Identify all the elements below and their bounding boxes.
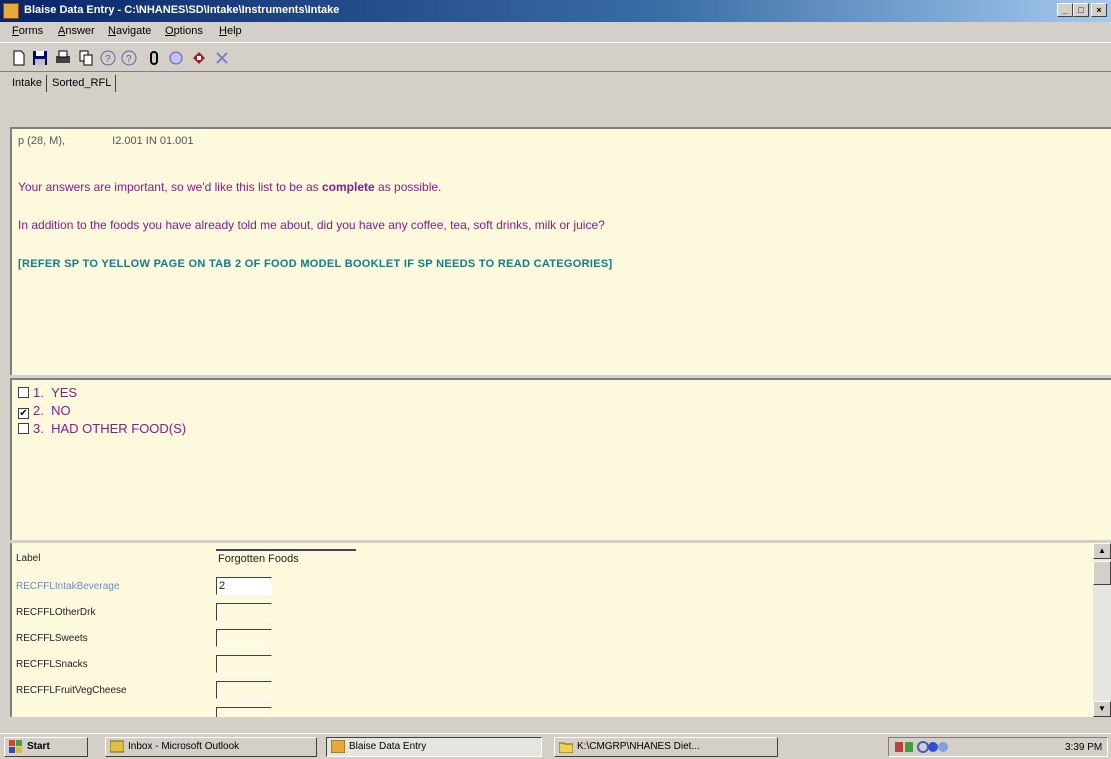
menu-forms[interactable]: Forms (12, 25, 43, 37)
question-pane: p (28, M), I2.001 IN 01.001 Your answers… (10, 127, 1111, 375)
app-icon[interactable] (3, 3, 19, 19)
menu-help[interactable]: Help (219, 25, 242, 37)
start-label: Start (27, 741, 50, 752)
field-name: RECFFLSnacks (16, 659, 88, 670)
option-label: HAD OTHER FOOD(S) (51, 421, 187, 436)
option-label: YES (51, 385, 78, 400)
menu-answer[interactable]: Answer (58, 25, 95, 37)
exit-icon[interactable] (213, 49, 231, 67)
field-name: RECFFLIntakBeverage (16, 581, 120, 592)
folder-icon (559, 742, 573, 753)
question-header: p (28, M), I2.001 IN 01.001 (18, 135, 237, 147)
field-value (216, 707, 272, 717)
option-label: NO (51, 403, 71, 418)
field-value[interactable] (216, 655, 272, 673)
checkbox[interactable] (18, 423, 29, 434)
taskbar: Start Inbox - Microsoft Outlook Blaise D… (0, 733, 1111, 759)
field-name: RECFFLFruitVegCheese (16, 685, 127, 696)
field-value[interactable] (216, 603, 272, 621)
field-name: RECFFLOtherDrk (16, 607, 96, 618)
taskbar-explorer[interactable]: K:\CMGRP\NHANES Diet... (554, 737, 778, 757)
interviewer-instruction: [REFER SP TO YELLOW PAGE ON TAB 2 OF FOO… (18, 258, 613, 270)
tray-icons[interactable] (895, 741, 955, 754)
taskbar-label: Blaise Data Entry (349, 741, 427, 752)
svg-text:?: ? (105, 54, 111, 65)
answer-pane: 1. YES ✔ 2. NO 3. HAD OTHER FOOD(S) (10, 378, 1111, 540)
vertical-scrollbar[interactable]: ▲ ▼ (1093, 543, 1111, 717)
field-value[interactable] (216, 681, 272, 699)
option-code: 3. (33, 421, 44, 436)
search-icon[interactable] (167, 49, 185, 67)
window-title: Blaise Data Entry - C:\NHANES\SD\Intake\… (24, 4, 340, 16)
field-label-header: Label (16, 553, 41, 564)
question-position: I2.001 IN 01.001 (112, 135, 194, 147)
option-code: 1. (33, 385, 44, 400)
field-value[interactable]: 2 (216, 577, 272, 595)
tab-strip: Intake Sorted_RFL (0, 72, 1111, 94)
tab-sorted-rfl[interactable]: Sorted_RFL (48, 75, 117, 92)
print-icon[interactable] (54, 49, 72, 67)
question-intro-end: as possible. (374, 180, 442, 194)
scroll-thumb[interactable] (1093, 561, 1111, 585)
option-code: 2. (33, 403, 44, 418)
scroll-down-icon[interactable]: ▼ (1093, 701, 1111, 717)
new-form-icon[interactable] (10, 49, 28, 67)
windows-logo-icon (9, 740, 22, 753)
menu-bar: Forms Answer Navigate Options Help (0, 22, 1111, 42)
blaise-icon (331, 740, 345, 753)
info-icon[interactable]: ? (120, 49, 138, 67)
scroll-up-icon[interactable]: ▲ (1093, 543, 1111, 559)
taskbar-outlook[interactable]: Inbox - Microsoft Outlook (105, 737, 317, 757)
question-intro: Your answers are important, so we'd like… (18, 180, 441, 194)
system-tray: 3:39 PM (888, 737, 1108, 757)
remark-icon[interactable] (190, 49, 208, 67)
taskbar-blaise[interactable]: Blaise Data Entry (326, 737, 542, 757)
field-list: Label Forgotten Foods RECFFLIntakBeverag… (10, 543, 1093, 717)
question-text: In addition to the foods you have alread… (18, 218, 605, 232)
start-button[interactable]: Start (4, 737, 88, 757)
block-name: Forgotten Foods (216, 549, 356, 567)
question-intro-text: Your answers are important, so we'd like… (18, 180, 322, 194)
checkbox-checked[interactable]: ✔ (18, 408, 29, 419)
copy-icon[interactable] (77, 49, 95, 67)
maximize-button[interactable]: □ (1073, 3, 1089, 17)
answer-option-yes[interactable]: 1. YES (18, 385, 77, 403)
save-icon[interactable] (31, 49, 49, 67)
menu-options[interactable]: Options (165, 25, 203, 37)
field-value[interactable] (216, 629, 272, 647)
respondent-id: p (28, M), (18, 135, 66, 147)
outlook-icon (110, 740, 124, 753)
title-bar[interactable]: Blaise Data Entry - C:\NHANES\SD\Intake\… (0, 0, 1111, 22)
tab-intake[interactable]: Intake (8, 75, 47, 92)
toolbar: ? ? (0, 42, 1111, 72)
help-icon[interactable]: ? (99, 49, 117, 67)
minimize-button[interactable]: _ (1057, 3, 1073, 17)
answer-option-no[interactable]: ✔ 2. NO (18, 403, 71, 421)
taskbar-label: K:\CMGRP\NHANES Diet... (577, 741, 700, 752)
field-name: RECFFLSweets (16, 633, 88, 644)
svg-text:?: ? (126, 54, 132, 65)
menu-navigate[interactable]: Navigate (108, 25, 151, 37)
answer-option-other-food[interactable]: 3. HAD OTHER FOOD(S) (18, 421, 186, 439)
clip-icon[interactable] (145, 49, 163, 67)
taskbar-label: Inbox - Microsoft Outlook (128, 741, 240, 752)
checkbox[interactable] (18, 387, 29, 398)
question-intro-emphasis: complete (322, 180, 375, 194)
clock[interactable]: 3:39 PM (1065, 742, 1102, 753)
close-button[interactable]: × (1091, 3, 1107, 17)
